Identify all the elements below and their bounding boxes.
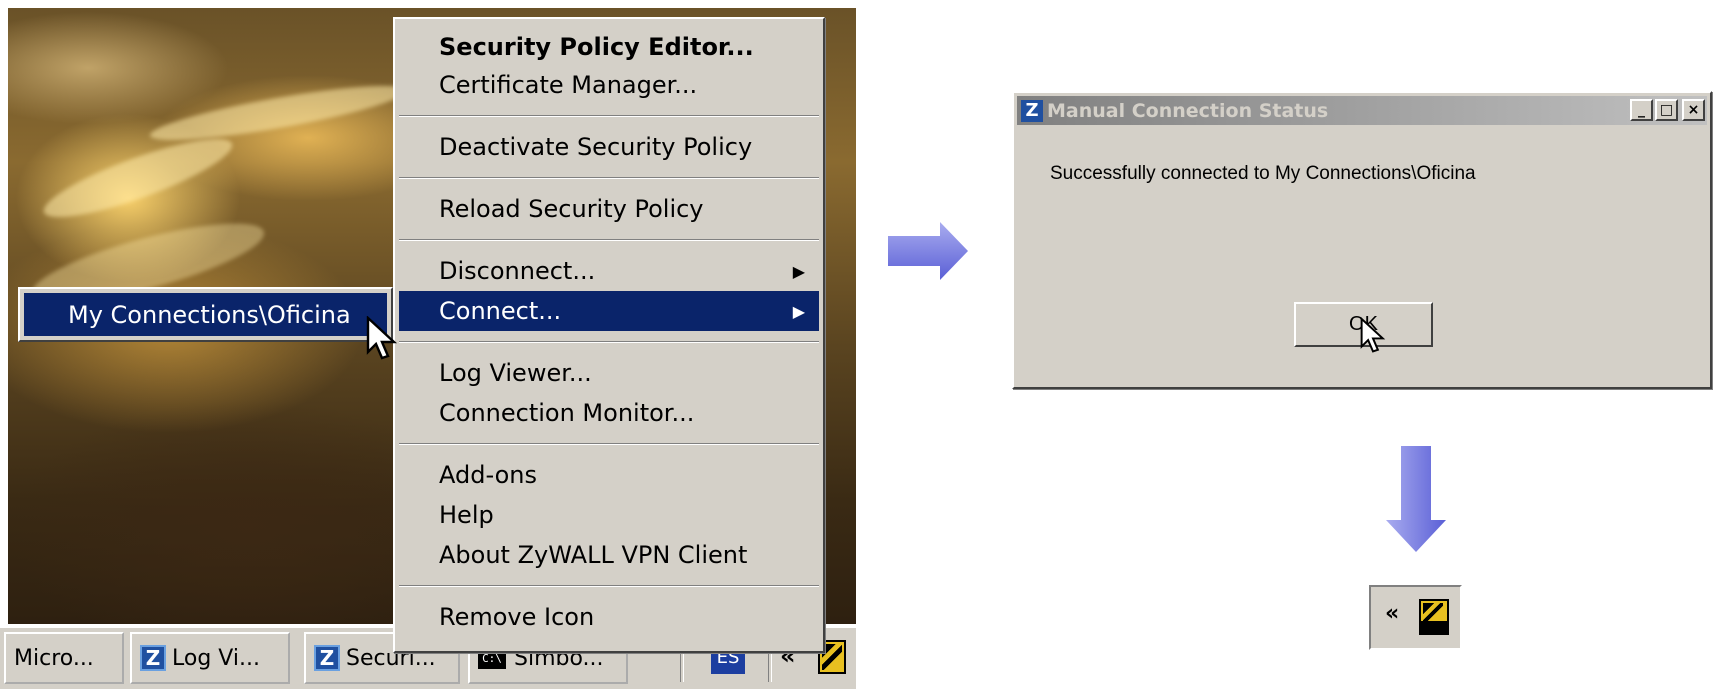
- menu-separator: [399, 341, 819, 343]
- submenu-item-my-connections-oficina[interactable]: My Connections\Oficina: [24, 293, 387, 336]
- tray-context-menu: Security Policy Editor... Certificate Ma…: [393, 17, 825, 653]
- menu-item-certificate-manager[interactable]: Certificate Manager...: [399, 65, 819, 105]
- menu-separator: [399, 177, 819, 179]
- vpn-tray-icon-connected[interactable]: [1419, 599, 1449, 635]
- menu-item-label: Log Viewer...: [439, 359, 592, 387]
- flow-arrow-down-icon: [1386, 446, 1446, 556]
- menu-item-label: Remove Icon: [439, 603, 595, 631]
- taskbar-button-label: Log Vi...: [172, 645, 260, 671]
- menu-item-log-viewer[interactable]: Log Viewer...: [399, 353, 819, 393]
- menu-item-connection-monitor[interactable]: Connection Monitor...: [399, 393, 819, 433]
- menu-item-label: Certificate Manager...: [439, 71, 698, 99]
- submenu-arrow-icon: ▶: [792, 301, 805, 321]
- taskbar-button-log-viewer[interactable]: Z Log Vi...: [130, 632, 290, 684]
- zywall-z-icon: Z: [1021, 99, 1043, 122]
- zywall-z-icon: Z: [140, 645, 166, 671]
- submenu-item-label: My Connections\Oficina: [68, 300, 351, 329]
- close-button[interactable]: ×: [1682, 99, 1705, 121]
- zywall-z-icon: Z: [314, 645, 340, 671]
- tray-expand-chevron-icon[interactable]: «: [1385, 601, 1399, 626]
- menu-item-label: Disconnect...: [439, 257, 596, 285]
- manual-connection-status-dialog: Z Manual Connection Status _ □ × Success…: [1012, 91, 1712, 389]
- menu-item-label: Help: [439, 501, 494, 529]
- menu-separator: [399, 443, 819, 445]
- menu-separator: [399, 585, 819, 587]
- tray-area-result: «: [1369, 585, 1462, 650]
- menu-item-help[interactable]: Help: [399, 495, 819, 535]
- menu-item-connect[interactable]: Connect... ▶: [399, 291, 819, 331]
- maximize-button[interactable]: □: [1655, 99, 1678, 121]
- taskbar-button-label: Micro...: [14, 645, 94, 671]
- menu-item-add-ons[interactable]: Add-ons: [399, 455, 819, 495]
- menu-item-deactivate-security-policy[interactable]: Deactivate Security Policy: [399, 127, 819, 167]
- menu-item-label: Connect...: [439, 297, 562, 325]
- menu-item-reload-security-policy[interactable]: Reload Security Policy: [399, 189, 819, 229]
- wallpaper-highlight: [37, 125, 239, 231]
- menu-item-label: Security Policy Editor...: [439, 33, 754, 61]
- menu-item-about[interactable]: About ZyWALL VPN Client: [399, 535, 819, 575]
- menu-separator: [399, 115, 819, 117]
- wallpaper-highlight: [147, 75, 409, 151]
- submenu-arrow-icon: ▶: [792, 261, 805, 281]
- dialog-message: Successfully connected to My Connections…: [1050, 163, 1476, 184]
- taskbar-button-micro[interactable]: Micro...: [4, 632, 124, 684]
- menu-item-security-policy-editor[interactable]: Security Policy Editor...: [399, 27, 819, 67]
- flow-arrow-right-icon: [888, 222, 968, 284]
- menu-item-label: About ZyWALL VPN Client: [439, 541, 748, 569]
- minimize-button[interactable]: _: [1630, 99, 1653, 121]
- dialog-title: Manual Connection Status: [1047, 99, 1329, 122]
- menu-item-label: Connection Monitor...: [439, 399, 695, 427]
- menu-item-label: Add-ons: [439, 461, 537, 489]
- connect-submenu: My Connections\Oficina: [18, 287, 393, 342]
- dialog-titlebar[interactable]: Z Manual Connection Status _ □ ×: [1017, 96, 1707, 125]
- menu-item-remove-icon[interactable]: Remove Icon: [399, 597, 819, 637]
- menu-item-label: Deactivate Security Policy: [439, 133, 753, 161]
- menu-item-label: Reload Security Policy: [439, 195, 704, 223]
- menu-separator: [399, 239, 819, 241]
- menu-item-disconnect[interactable]: Disconnect... ▶: [399, 251, 819, 291]
